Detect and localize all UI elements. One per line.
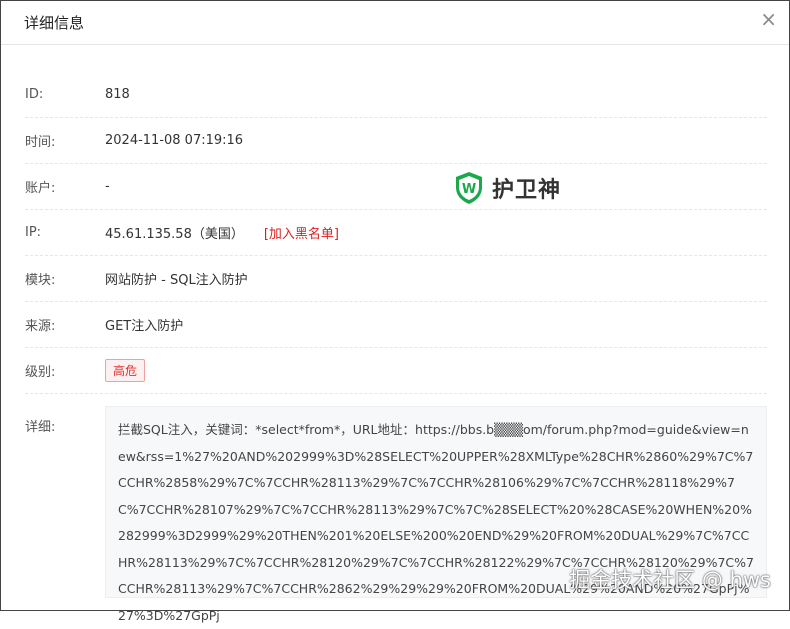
- field-value: GET注入防护: [105, 319, 184, 334]
- field-value: 2024-11-08 07:19:16: [105, 133, 244, 148]
- dialog-title: 详细信息: [24, 14, 85, 32]
- detail-fields: ID: 818 时间: 2024-11-08 07:19:16 账户: - IP: 45…: [25, 72, 767, 623]
- field-ip: IP: 45.61.135.58（美国） [加入黑名单]: [25, 210, 767, 256]
- field-id: ID: 818: [25, 72, 767, 118]
- field-label: IP:: [25, 225, 42, 240]
- field-level: 级别: 高危: [25, 348, 767, 394]
- field-label: 级别:: [25, 365, 56, 380]
- field-module: 模块: 网站防护 - SQL注入防护: [25, 256, 767, 302]
- logo-text: 护卫神: [492, 178, 562, 203]
- field-time: 时间: 2024-11-08 07:19:16: [25, 118, 767, 164]
- field-label: 模块:: [25, 273, 56, 288]
- close-icon[interactable]: ×: [760, 7, 777, 31]
- field-label: 时间:: [25, 135, 56, 150]
- field-value: 网站防护 - SQL注入防护: [105, 273, 248, 288]
- logo: W 护卫神: [454, 171, 561, 205]
- shield-logo-icon: W: [456, 172, 482, 204]
- field-account: 账户: -: [25, 164, 767, 210]
- field-label: ID:: [25, 87, 44, 102]
- field-label: 来源:: [25, 319, 56, 334]
- add-blacklist-link[interactable]: [加入黑名单]: [264, 223, 339, 242]
- field-label: 账户:: [25, 181, 56, 196]
- dialog-header: 详细信息: [1, 1, 789, 45]
- field-value: -: [105, 179, 110, 194]
- field-label: 详细:: [25, 420, 56, 435]
- svg-text:W: W: [462, 182, 476, 197]
- field-source: 来源: GET注入防护: [25, 302, 767, 348]
- level-badge: 高危: [105, 359, 146, 382]
- field-value: 45.61.135.58（美国）: [105, 227, 244, 242]
- field-value: 818: [105, 87, 130, 102]
- watermark: 掘金技术社区 @ hws: [569, 568, 771, 592]
